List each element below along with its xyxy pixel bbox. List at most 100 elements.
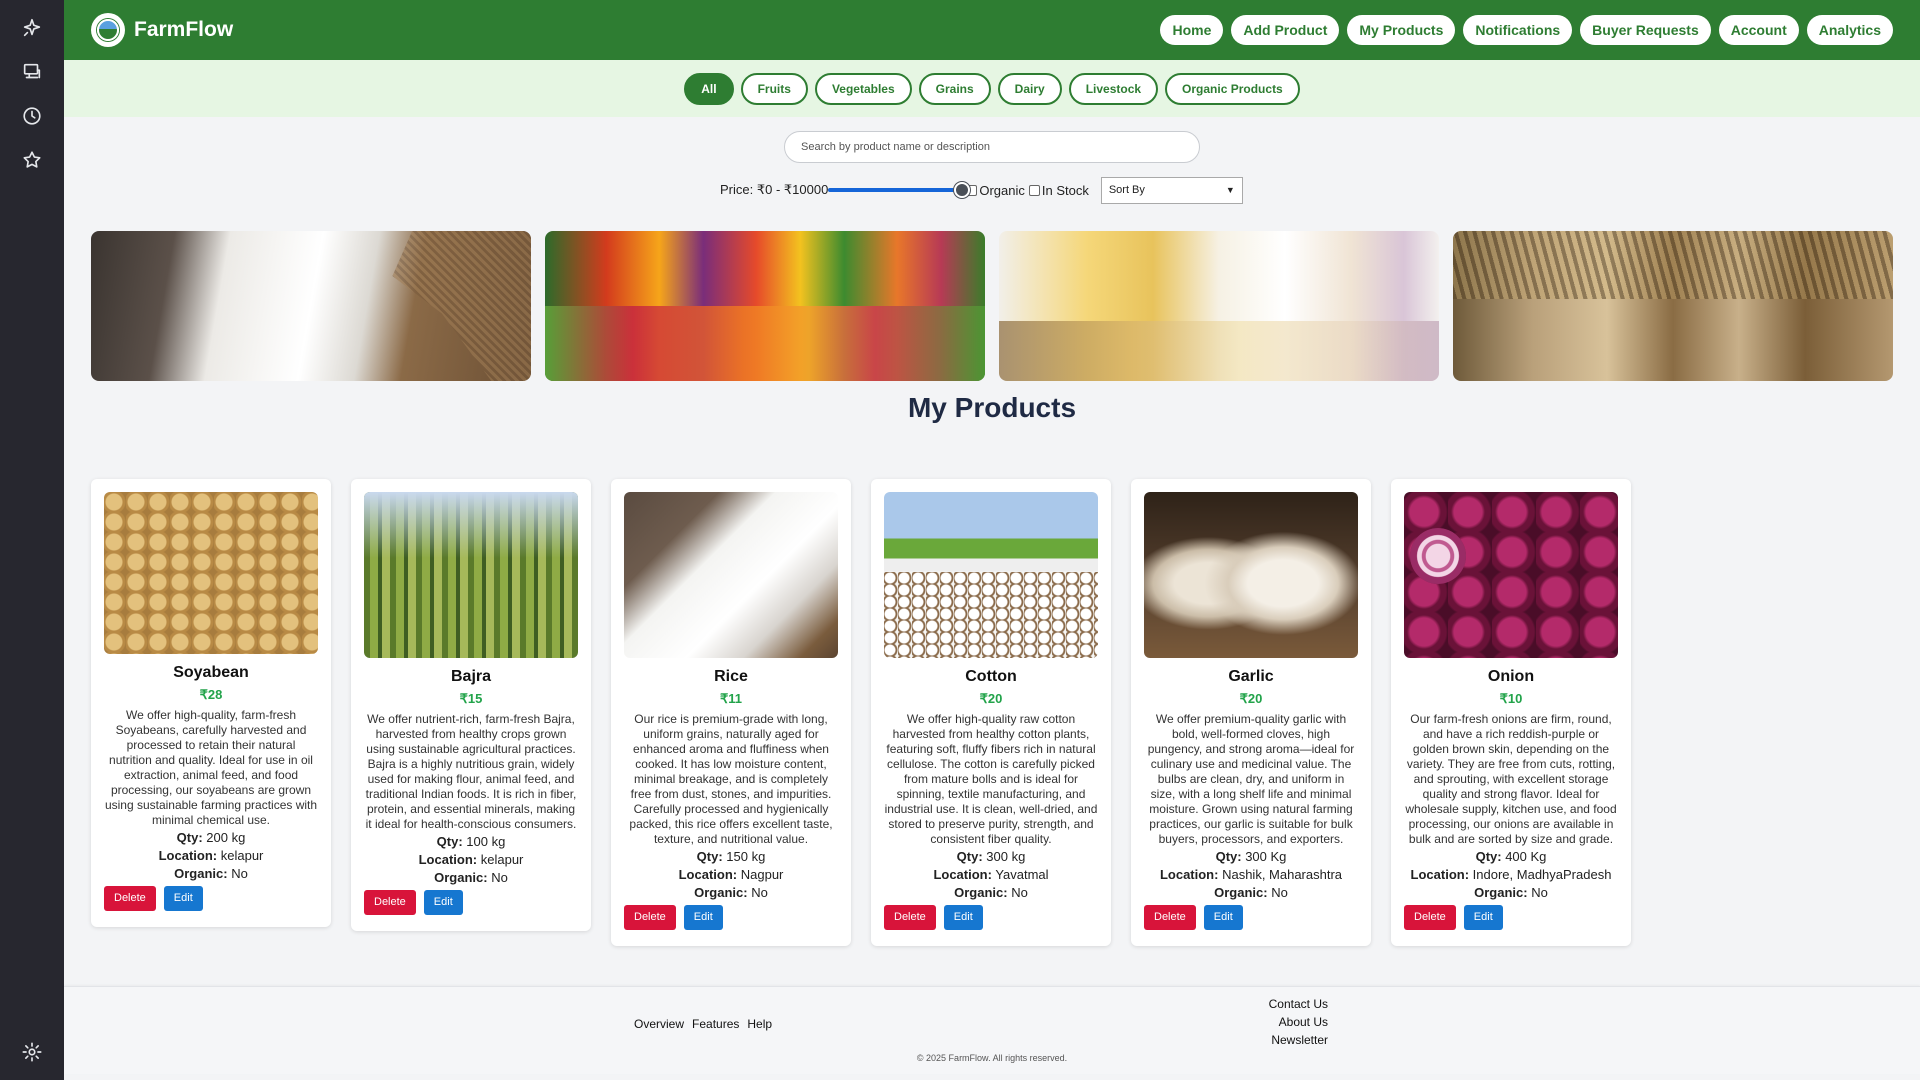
qty-label: Qty:: [696, 849, 723, 864]
category-fruits[interactable]: Fruits: [740, 72, 808, 105]
organic-checkbox-label: Organic: [979, 182, 1025, 198]
organic-value: No: [231, 866, 248, 881]
category-all[interactable]: All: [684, 72, 734, 105]
instock-filter[interactable]: In Stock: [1028, 182, 1089, 198]
product-description: Our farm-fresh onions are firm, round, a…: [1405, 712, 1617, 846]
footer-link-features[interactable]: Features: [692, 1017, 739, 1031]
qty-label: Qty:: [1475, 849, 1502, 864]
category-banners: [91, 231, 1893, 381]
product-qty: Qty: 150 kg: [624, 849, 838, 865]
nav-my-products[interactable]: My Products: [1347, 15, 1456, 45]
sort-select[interactable]: Sort By ▼: [1100, 176, 1243, 204]
location-label: Location:: [418, 852, 478, 867]
organic-label: Organic:: [1214, 885, 1268, 900]
product-description: We offer premium-quality garlic with bol…: [1147, 712, 1355, 846]
search-input[interactable]: [784, 131, 1200, 163]
footer-link-about[interactable]: About Us: [1240, 1013, 1328, 1031]
delete-button[interactable]: Delete: [1144, 905, 1196, 930]
product-price: ₹15: [459, 691, 483, 706]
product-qty: Qty: 300 Kg: [1144, 849, 1358, 865]
footer-link-newsletter[interactable]: Newsletter: [1240, 1031, 1328, 1049]
product-location: Location: kelapur: [104, 848, 318, 864]
product-description: We offer high-quality, farm-fresh Soyabe…: [104, 708, 318, 827]
edit-button[interactable]: Edit: [163, 886, 203, 911]
product-image-soyabean: [104, 492, 318, 654]
product-actions: Delete Edit: [1144, 905, 1358, 930]
product-actions: Delete Edit: [884, 905, 1098, 930]
product-qty: Qty: 400 Kg: [1404, 849, 1618, 865]
gear-icon[interactable]: [20, 1040, 44, 1064]
product-image-bajra: [364, 492, 578, 658]
page-title: My Products: [907, 392, 1077, 423]
product-organic: Organic: No: [1404, 885, 1618, 901]
product-location: Location: Yavatmal: [884, 867, 1098, 883]
instock-checkbox[interactable]: [1028, 184, 1040, 196]
organic-value: No: [751, 885, 768, 900]
qty-label: Qty:: [1215, 849, 1242, 864]
product-price: ₹11: [719, 691, 742, 706]
top-header: FarmFlow Home Add Product My Products No…: [64, 0, 1920, 60]
product-price: ₹10: [1499, 691, 1523, 706]
delete-button[interactable]: Delete: [884, 905, 936, 930]
delete-button[interactable]: Delete: [364, 890, 416, 915]
delete-button[interactable]: Delete: [104, 886, 156, 911]
category-organic-products[interactable]: Organic Products: [1165, 72, 1300, 105]
qty-value: 400 Kg: [1505, 849, 1547, 864]
price-range-label: Price: ₹0 - ₹10000: [720, 182, 829, 197]
location-value: Indore, MadhyaPradesh: [1472, 867, 1612, 882]
banner-vegetables-image: [545, 231, 985, 381]
clock-icon[interactable]: [20, 104, 44, 128]
edit-button[interactable]: Edit: [943, 905, 983, 930]
nav-home[interactable]: Home: [1160, 15, 1224, 45]
sparkle-icon[interactable]: [20, 16, 44, 40]
nav-account[interactable]: Account: [1718, 15, 1799, 45]
location-label: Location:: [678, 867, 738, 882]
edit-button[interactable]: Edit: [423, 890, 463, 915]
footer-link-contact[interactable]: Contact Us: [1240, 995, 1328, 1013]
site-footer: Overview Features Help Contact Us About …: [64, 986, 1920, 1074]
filter-row: Price: ₹0 - ₹10000 Organic In Stock Sort…: [720, 176, 1243, 204]
price-slider[interactable]: [828, 180, 971, 200]
product-card-rice: Rice ₹11 Our rice is premium-grade with …: [611, 479, 851, 946]
organic-value: No: [491, 870, 508, 885]
product-card-garlic: Garlic ₹20 We offer premium-quality garl…: [1131, 479, 1371, 946]
copyright-text: © 2025 FarmFlow. All rights reserved.: [916, 1053, 1068, 1063]
qty-value: 100 kg: [466, 834, 506, 849]
edit-button[interactable]: Edit: [683, 905, 723, 930]
monitor-icon[interactable]: [20, 60, 44, 84]
category-livestock[interactable]: Livestock: [1068, 72, 1159, 105]
organic-value: No: [1011, 885, 1028, 900]
nav-add-product[interactable]: Add Product: [1231, 15, 1340, 45]
product-description: We offer high-quality raw cotton harvest…: [884, 712, 1098, 846]
product-image-rice: [624, 492, 838, 658]
organic-label: Organic:: [954, 885, 1008, 900]
nav-analytics[interactable]: Analytics: [1806, 15, 1893, 45]
category-vegetables[interactable]: Vegetables: [814, 72, 912, 105]
edit-button[interactable]: Edit: [1203, 905, 1243, 930]
product-qty: Qty: 200 kg: [104, 830, 318, 846]
organic-value: No: [1271, 885, 1288, 900]
brand-name[interactable]: FarmFlow: [134, 18, 233, 42]
instock-checkbox-label: In Stock: [1041, 182, 1089, 198]
footer-link-help[interactable]: Help: [747, 1017, 772, 1031]
delete-button[interactable]: Delete: [624, 905, 676, 930]
star-icon[interactable]: [20, 148, 44, 172]
delete-button[interactable]: Delete: [1404, 905, 1456, 930]
farmflow-logo-icon[interactable]: [91, 13, 125, 47]
qty-label: Qty:: [176, 830, 203, 845]
category-dairy[interactable]: Dairy: [997, 72, 1062, 105]
qty-label: Qty:: [956, 849, 983, 864]
category-grains[interactable]: Grains: [918, 72, 991, 105]
product-location: Location: Nagpur: [624, 867, 838, 883]
edit-button[interactable]: Edit: [1463, 905, 1503, 930]
product-card-cotton: Cotton ₹20 We offer high-quality raw cot…: [871, 479, 1111, 946]
nav-notifications[interactable]: Notifications: [1463, 15, 1573, 45]
organic-filter[interactable]: Organic: [966, 183, 1025, 198]
qty-label: Qty:: [436, 834, 463, 849]
nav-buyer-requests[interactable]: Buyer Requests: [1580, 15, 1711, 45]
product-name: Soyabean: [173, 664, 249, 681]
product-qty: Qty: 100 kg: [364, 834, 578, 850]
footer-link-overview[interactable]: Overview: [634, 1017, 684, 1031]
banner-dairy-image: [999, 231, 1439, 381]
location-label: Location:: [1159, 867, 1219, 882]
